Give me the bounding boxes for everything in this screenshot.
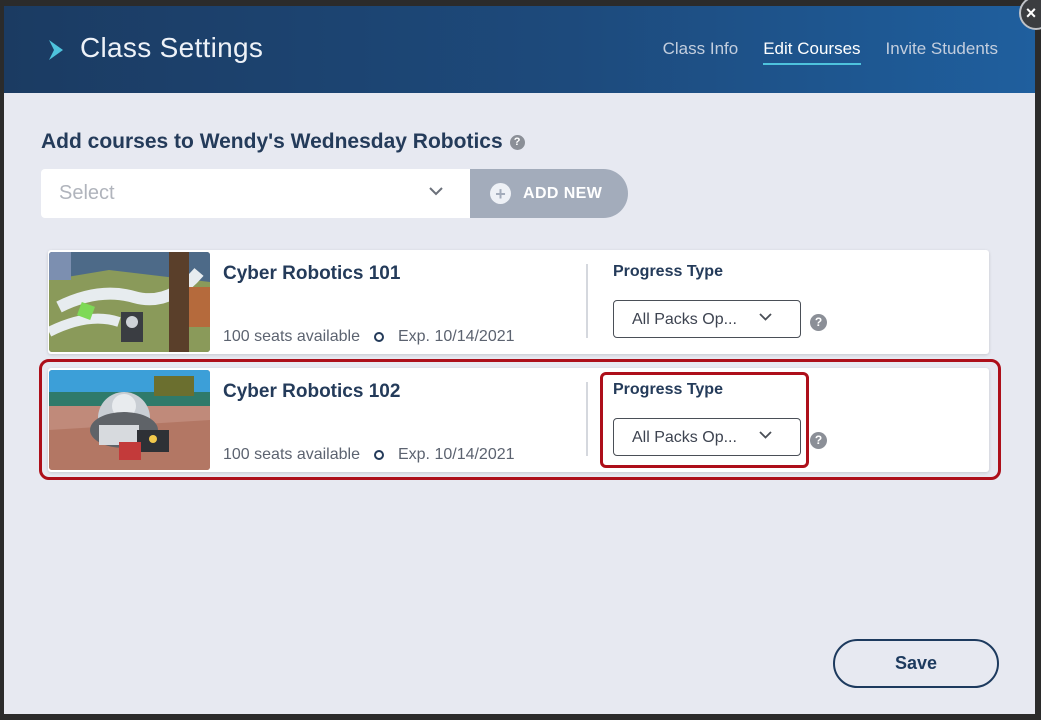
tab-edit-courses[interactable]: Edit Courses <box>763 39 861 65</box>
add-new-label: ADD NEW <box>523 184 603 202</box>
chevron-down-icon <box>759 313 772 321</box>
class-settings-modal: Class Settings Class Info Edit Courses I… <box>4 6 1035 714</box>
tab-invite-students[interactable]: Invite Students <box>886 39 998 65</box>
add-courses-heading-text: Add courses to Wendy's Wednesday Robotic… <box>41 130 503 153</box>
expiration-date: Exp. 10/14/2021 <box>397 328 515 345</box>
course-title: Cyber Robotics 102 <box>223 381 401 402</box>
divider <box>586 382 588 456</box>
expiration-date: Exp. 10/14/2021 <box>397 446 515 463</box>
progress-type-value: All Packs Op... <box>632 429 737 446</box>
course-card: Cyber Robotics 101 100 seats available E… <box>48 250 989 354</box>
help-icon[interactable]: ? <box>810 313 827 331</box>
chevron-right-icon <box>49 40 63 60</box>
seats-available: 100 seats available <box>223 328 360 345</box>
course-thumbnail <box>49 252 210 352</box>
course-title: Cyber Robotics 101 <box>223 263 401 284</box>
close-icon: × <box>1025 2 1037 23</box>
separator-dot-icon <box>373 450 384 460</box>
divider <box>586 264 588 338</box>
course-card: Cyber Robotics 102 100 seats available E… <box>48 368 989 472</box>
plus-circle-icon: + <box>490 183 511 204</box>
help-icon-wrapper: ? <box>810 313 827 331</box>
modal-header: Class Settings Class Info Edit Courses I… <box>4 6 1035 93</box>
seats-available: 100 seats available <box>223 446 360 463</box>
course-select-placeholder: Select <box>59 182 115 204</box>
progress-type-label: Progress Type <box>613 381 723 398</box>
progress-type-select[interactable]: All Packs Op... <box>613 418 801 456</box>
course-meta: 100 seats available Exp. 10/14/2021 <box>223 446 515 464</box>
progress-type-select[interactable]: All Packs Op... <box>613 300 801 338</box>
tab-bar: Class Info Edit Courses Invite Students <box>663 39 998 65</box>
help-icon[interactable]: ? <box>810 431 827 449</box>
course-meta: 100 seats available Exp. 10/14/2021 <box>223 328 515 346</box>
tab-class-info[interactable]: Class Info <box>663 39 739 65</box>
course-thumbnail <box>49 370 210 470</box>
separator-dot-icon <box>373 332 384 342</box>
page-title: Class Settings <box>80 32 264 63</box>
course-select[interactable]: Select <box>41 169 471 218</box>
help-icon-wrapper: ? <box>810 431 827 449</box>
help-icon[interactable]: ? <box>509 134 525 150</box>
chevron-down-icon <box>759 431 772 439</box>
save-button[interactable]: Save <box>833 639 999 688</box>
add-courses-heading: Add courses to Wendy's Wednesday Robotic… <box>41 130 525 154</box>
chevron-down-icon <box>429 187 443 196</box>
progress-type-label: Progress Type <box>613 263 723 280</box>
progress-type-value: All Packs Op... <box>632 311 737 328</box>
add-new-button[interactable]: + ADD NEW <box>470 169 628 218</box>
